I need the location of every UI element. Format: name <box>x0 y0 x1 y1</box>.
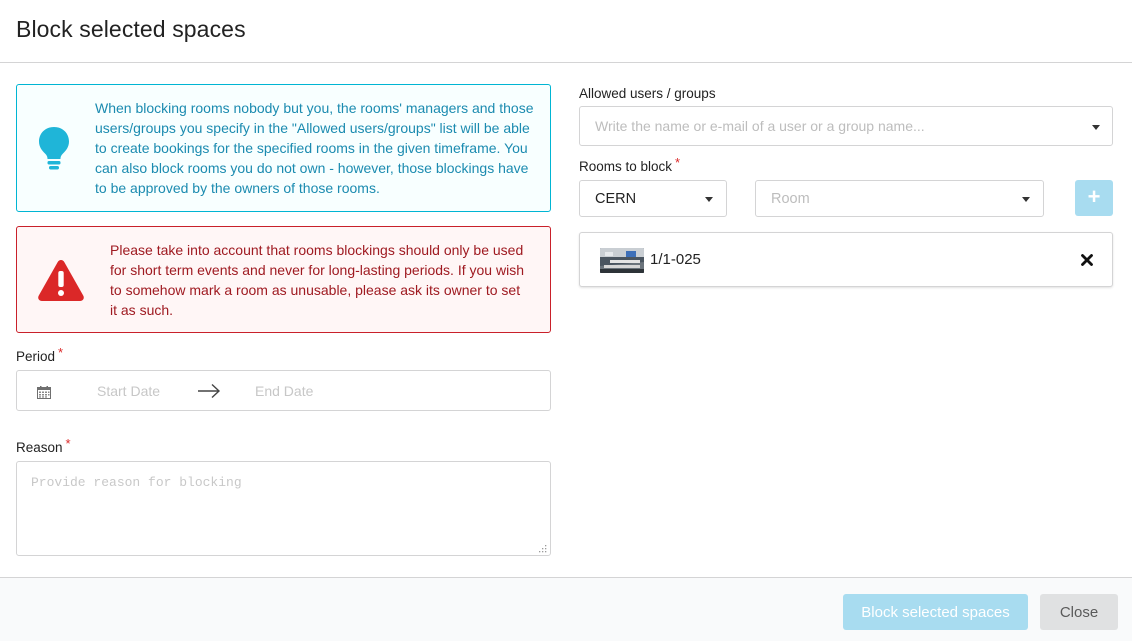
allowed-users-select[interactable]: Write the name or e-mail of a user or a … <box>579 106 1113 146</box>
modal-header: Block selected spaces <box>0 0 1132 63</box>
room-name: 1/1-025 <box>650 251 701 268</box>
modal-footer: Block selected spaces Close <box>0 577 1132 641</box>
block-selected-spaces-button[interactable]: Block selected spaces <box>843 594 1028 630</box>
rooms-label-text: Rooms to block <box>579 159 673 174</box>
room-dropdown[interactable]: Room <box>755 180 1044 217</box>
allowed-users-placeholder: Write the name or e-mail of a user or a … <box>595 118 925 134</box>
modal-title: Block selected spaces <box>16 16 246 42</box>
resize-handle-icon[interactable] <box>537 543 547 553</box>
selected-room-item: 1/1-025 <box>579 232 1113 287</box>
info-message: When blocking rooms nobody but you, the … <box>16 84 551 212</box>
start-date-input[interactable]: Start Date <box>97 383 160 399</box>
required-mark: * <box>65 436 71 451</box>
chevron-down-icon <box>705 197 713 202</box>
rooms-label: Rooms to block * <box>579 155 680 174</box>
warning-message: Please take into account that rooms bloc… <box>16 226 551 333</box>
reason-label: Reason * <box>16 436 71 455</box>
close-icon[interactable] <box>1080 253 1094 267</box>
end-date-input[interactable]: End Date <box>255 383 313 399</box>
arrow-right-icon <box>198 383 221 399</box>
plus-icon: + <box>1087 184 1101 209</box>
required-mark: * <box>58 345 64 360</box>
period-label: Period * <box>16 345 63 364</box>
info-text: When blocking rooms nobody but you, the … <box>95 100 534 196</box>
add-room-button[interactable]: + <box>1075 180 1113 216</box>
location-value: CERN <box>595 191 637 207</box>
close-button[interactable]: Close <box>1040 594 1118 630</box>
warning-text: Please take into account that rooms bloc… <box>110 242 524 318</box>
chevron-down-icon <box>1022 197 1030 202</box>
reason-textarea[interactable] <box>16 461 551 556</box>
reason-label-text: Reason <box>16 440 63 455</box>
period-date-range-picker[interactable]: Start Date End Date <box>16 370 551 411</box>
location-dropdown[interactable]: CERN <box>579 180 727 217</box>
lightbulb-icon <box>39 127 69 170</box>
warning-triangle-icon <box>38 260 84 301</box>
period-label-text: Period <box>16 349 56 364</box>
room-placeholder: Room <box>771 191 810 207</box>
calendar-icon <box>37 386 51 399</box>
chevron-down-icon <box>1092 125 1100 130</box>
allowed-users-label: Allowed users / groups <box>579 86 716 101</box>
required-mark: * <box>675 155 681 170</box>
room-photo <box>600 248 644 273</box>
